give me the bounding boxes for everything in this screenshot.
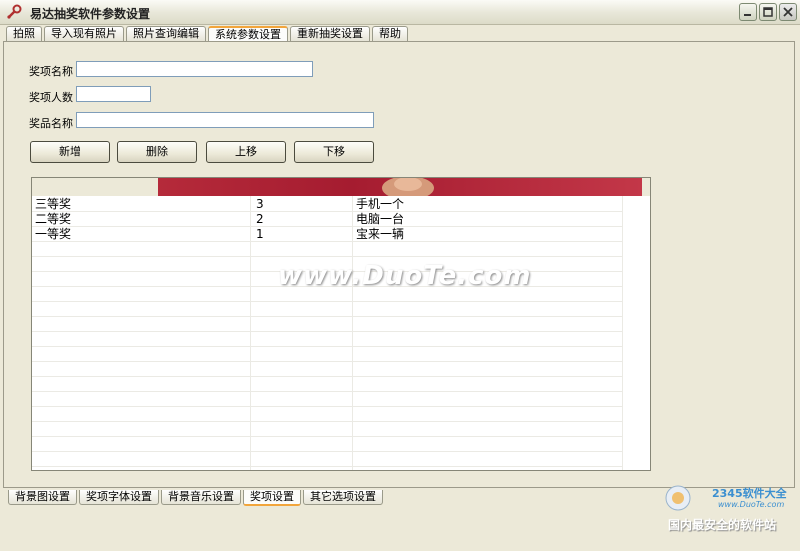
table-row[interactable] (32, 452, 622, 467)
gift-name-label: 奖品名称 (29, 117, 73, 130)
bottom-tab-strip: 背景图设置 奖项字体设置 背景音乐设置 奖项设置 其它选项设置 (8, 490, 385, 506)
window-title: 易达抽奖软件参数设置 (30, 7, 151, 21)
table-row[interactable] (32, 422, 622, 437)
prize-name-cell: 三等奖 (35, 197, 72, 211)
grid-header (32, 178, 650, 196)
prize-grid[interactable]: 三等奖 3 手机一个 二等奖 2 电脑一台 一等奖 1 宝来一辆 (31, 177, 651, 471)
top-tab-strip: 拍照 导入现有照片 照片查询编辑 系统参数设置 重新抽奖设置 帮助 (6, 26, 410, 42)
gift-name-cell: 手机一个 (356, 197, 405, 211)
tab-system-settings[interactable]: 系统参数设置 (208, 26, 288, 42)
gift-name-cell: 电脑一台 (356, 212, 405, 226)
add-button[interactable]: 新增 (30, 141, 110, 163)
table-row[interactable] (32, 347, 622, 362)
prize-count-cell: 1 (256, 227, 264, 241)
brand-name: 2345软件大全 (712, 487, 787, 500)
table-row[interactable] (32, 242, 622, 257)
tab-background-music[interactable]: 背景音乐设置 (161, 490, 241, 505)
table-row[interactable] (32, 302, 622, 317)
prize-name-cell: 二等奖 (35, 212, 72, 226)
tab-photo-query[interactable]: 照片查询编辑 (126, 26, 206, 41)
delete-button[interactable]: 删除 (117, 141, 197, 163)
table-row[interactable] (32, 317, 622, 332)
close-icon (783, 7, 793, 17)
table-row[interactable]: 三等奖 3 手机一个 (32, 197, 622, 212)
prize-count-cell: 2 (256, 212, 264, 226)
flower-image (382, 178, 434, 196)
watermark-text: www.DuoTe.com (278, 261, 532, 291)
tab-redraw-settings[interactable]: 重新抽奖设置 (290, 26, 370, 41)
table-row[interactable] (32, 392, 622, 407)
tab-prize-settings[interactable]: 奖项设置 (243, 490, 301, 506)
prize-name-cell: 一等奖 (35, 227, 72, 241)
gift-name-cell: 宝来一辆 (356, 227, 405, 241)
close-button[interactable] (779, 3, 797, 21)
table-row[interactable]: 二等奖 2 电脑一台 (32, 212, 622, 227)
prize-count-cell: 3 (256, 197, 264, 211)
brand-url: www.DuoTe.com (718, 500, 785, 509)
table-row[interactable] (32, 377, 622, 392)
minimize-icon (744, 14, 751, 16)
gift-name-input[interactable] (76, 112, 374, 128)
tab-import-photos[interactable]: 导入现有照片 (44, 26, 124, 41)
prize-name-label: 奖项名称 (29, 65, 73, 78)
table-row[interactable] (32, 362, 622, 377)
tab-background-image[interactable]: 背景图设置 (8, 490, 77, 505)
maximize-icon (763, 7, 773, 17)
wrench-icon (7, 4, 22, 19)
table-row[interactable] (32, 332, 622, 347)
grid-col-divider (622, 196, 623, 470)
header-banner-image (158, 178, 642, 196)
minimize-button[interactable] (739, 3, 757, 21)
title-bar: 易达抽奖软件参数设置 (0, 0, 800, 25)
maximize-button[interactable] (759, 3, 777, 21)
brand-slogan: 国内最安全的软件站 (668, 518, 777, 532)
table-row[interactable] (32, 407, 622, 422)
tab-prize-font[interactable]: 奖项字体设置 (79, 490, 159, 505)
move-down-button[interactable]: 下移 (294, 141, 374, 163)
tab-photo[interactable]: 拍照 (6, 26, 42, 41)
tab-help[interactable]: 帮助 (372, 26, 408, 41)
table-row[interactable] (32, 437, 622, 452)
table-row[interactable]: 一等奖 1 宝来一辆 (32, 227, 622, 242)
prize-count-input[interactable] (76, 86, 151, 102)
prize-name-input[interactable] (76, 61, 313, 77)
move-up-button[interactable]: 上移 (206, 141, 286, 163)
tab-other-options[interactable]: 其它选项设置 (303, 490, 383, 505)
prize-count-label: 奖项人数 (29, 91, 73, 104)
